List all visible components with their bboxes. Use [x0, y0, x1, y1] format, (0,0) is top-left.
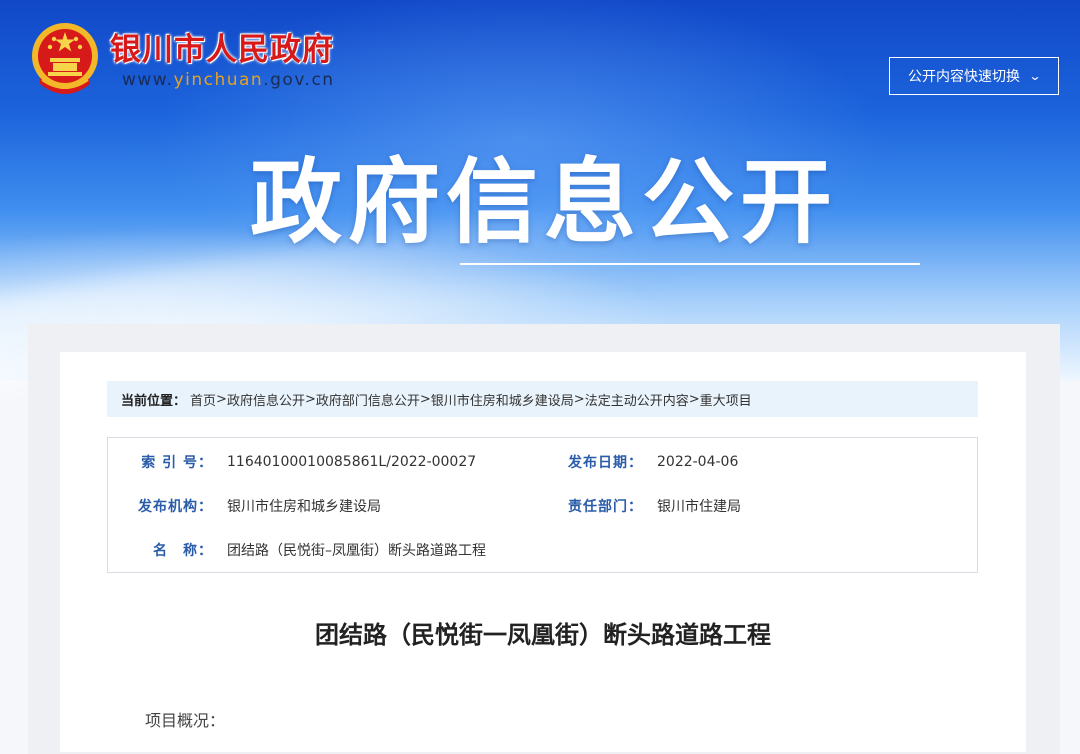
- content-switch-button[interactable]: 公开内容快速切换 ⌄: [889, 57, 1059, 95]
- national-emblem-icon[interactable]: [30, 22, 100, 94]
- breadcrumb-label: 当前位置：: [121, 393, 187, 409]
- chevron-down-icon: ⌄: [1028, 69, 1042, 83]
- meta-dept-value: 银川市住建局: [657, 499, 741, 515]
- meta-dept-label: 责任部门：: [568, 499, 643, 515]
- meta-date-label: 发布日期：: [568, 455, 643, 471]
- meta-org-label: 发布机构：: [138, 499, 213, 515]
- meta-row-dept: 责任部门： 银川市住建局: [538, 496, 741, 516]
- banner-underline: [460, 263, 920, 265]
- site-url-highlight: yinchuan: [173, 70, 264, 90]
- breadcrumb-item-major-projects[interactable]: 重大项目: [700, 390, 752, 409]
- meta-row-org: 发布机构： 银川市住房和城乡建设局: [108, 496, 381, 516]
- breadcrumb-item-housing-bureau[interactable]: 银川市住房和城乡建设局: [431, 390, 574, 409]
- breadcrumb-item-statutory[interactable]: 法定主动公开内容: [585, 390, 689, 409]
- meta-row-index: 索 引 号： 11640100010085861L/2022-00027: [108, 452, 476, 472]
- breadcrumb: 当前位置： 首页 > 政府信息公开 > 政府部门信息公开 > 银川市住房和城乡建设局 >…: [107, 381, 978, 417]
- banner-title: 政府信息公开: [250, 149, 839, 256]
- meta-date-value: 2022-04-06: [657, 454, 739, 470]
- site-url-suffix: .gov.cn: [263, 70, 335, 90]
- meta-index-value: 11640100010085861L/2022-00027: [227, 454, 477, 470]
- site-name[interactable]: 银川市人民政府: [110, 24, 334, 69]
- breadcrumb-separator: >: [688, 391, 700, 407]
- breadcrumb-separator: >: [304, 391, 316, 407]
- meta-row-name: 名 称： 团结路（民悦街–凤凰街）断头路道路工程: [108, 540, 486, 560]
- breadcrumb-separator: >: [216, 391, 227, 407]
- section-heading: 项目概况：: [145, 711, 226, 730]
- meta-name-label: 名 称：: [153, 543, 213, 559]
- site-url-prefix: www.: [122, 70, 174, 90]
- breadcrumb-item-info-public[interactable]: 政府信息公开: [227, 390, 305, 409]
- breadcrumb-item-dept-info[interactable]: 政府部门信息公开: [316, 390, 420, 409]
- document-meta-table: 索 引 号： 11640100010085861L/2022-00027 发布日…: [107, 437, 978, 573]
- meta-index-label: 索 引 号：: [141, 455, 213, 471]
- breadcrumb-separator: >: [419, 391, 431, 407]
- header-banner: 银川市人民政府 www.yinchuan.gov.cn 公开内容快速切换 ⌄ 政…: [0, 0, 1080, 396]
- meta-row-date: 发布日期： 2022-04-06: [538, 452, 738, 472]
- breadcrumb-separator: >: [573, 391, 585, 407]
- site-url[interactable]: www.yinchuan.gov.cn: [122, 70, 335, 90]
- meta-name-value: 团结路（民悦街–凤凰街）断头路道路工程: [227, 543, 486, 559]
- breadcrumb-item-home[interactable]: 首页: [190, 390, 216, 409]
- content-switch-label: 公开内容快速切换: [907, 69, 1020, 85]
- document-title: 团结路（民悦街一凤凰街）断头路道路工程: [315, 621, 771, 649]
- meta-org-value: 银川市住房和城乡建设局: [227, 499, 381, 515]
